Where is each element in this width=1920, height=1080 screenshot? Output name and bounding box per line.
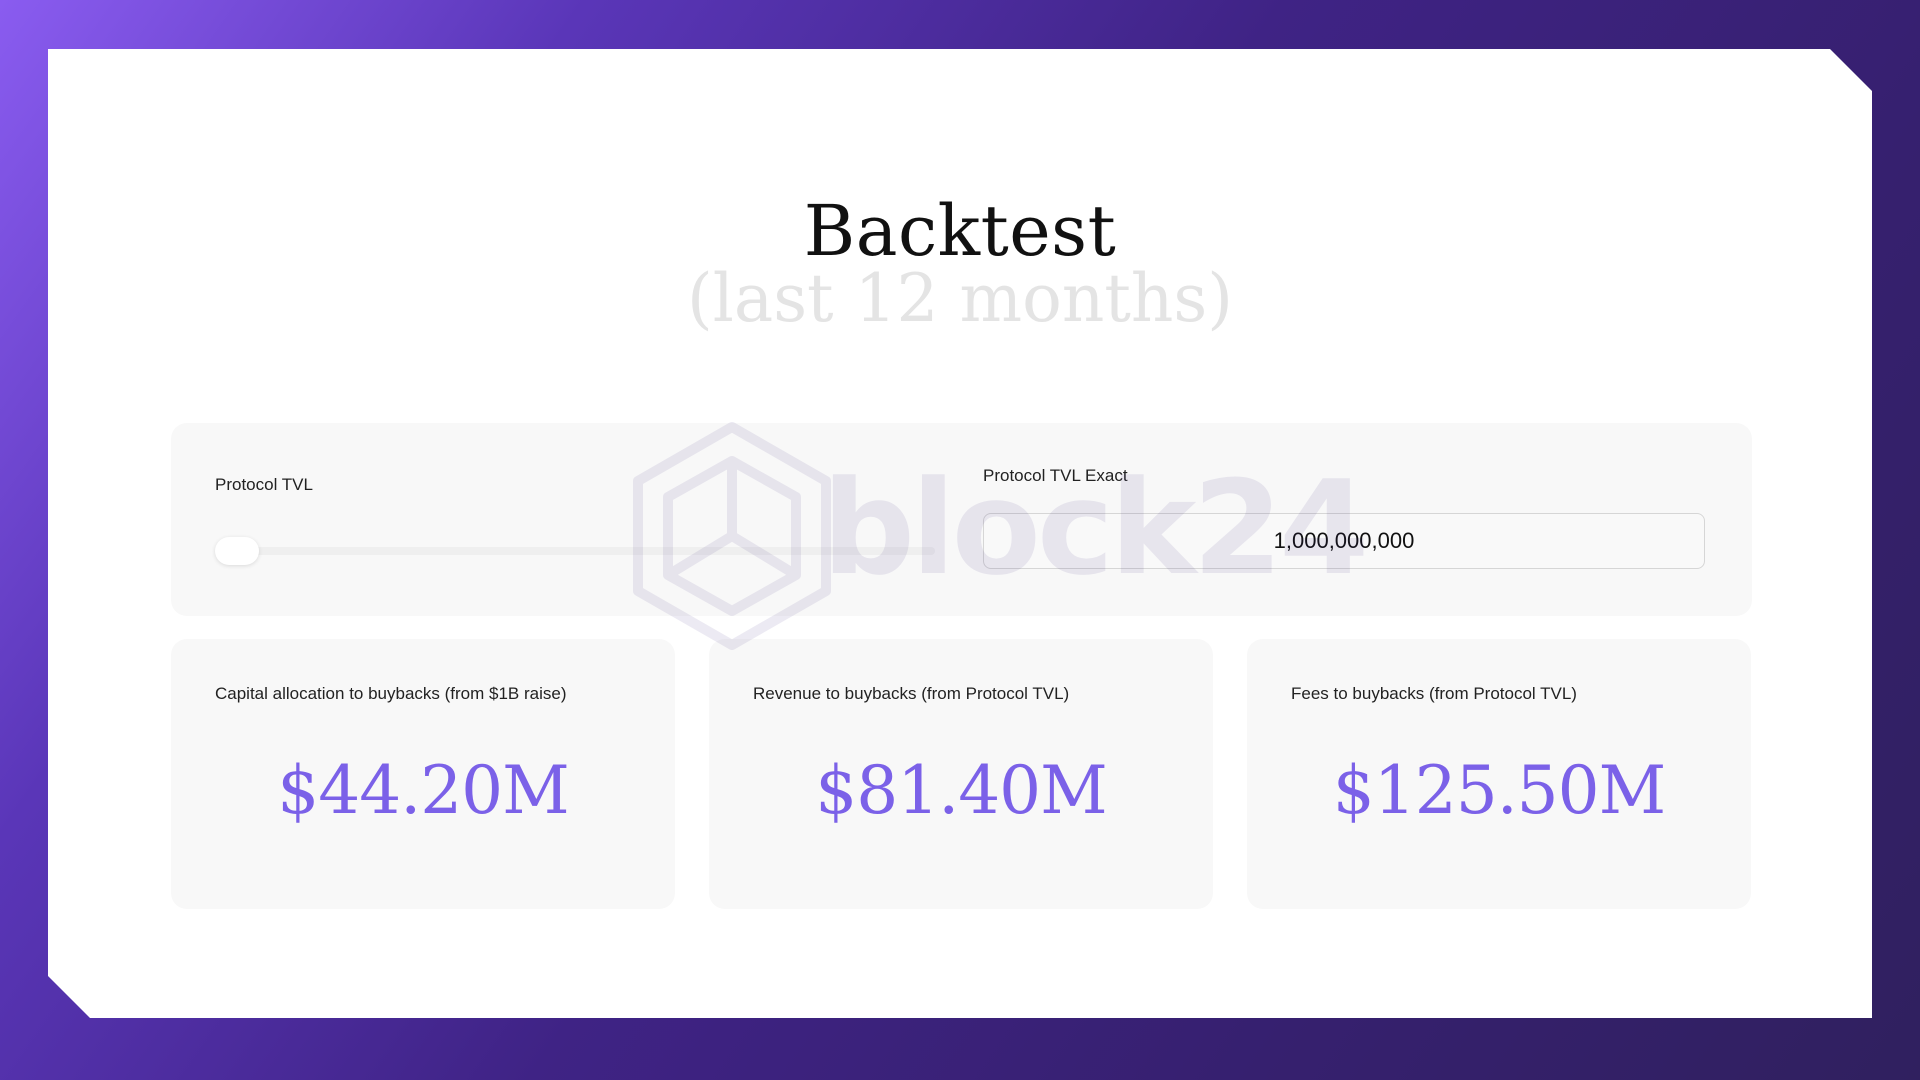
metric-label: Revenue to buybacks (from Protocol TVL) <box>753 684 1070 703</box>
metric-value: $125.50M <box>1332 752 1667 829</box>
metric-value: $44.20M <box>277 752 570 829</box>
protocol-tvl-slider-thumb[interactable] <box>215 537 259 565</box>
protocol-tvl-exact-label: Protocol TVL Exact <box>983 466 1128 485</box>
metric-value: $81.40M <box>815 752 1108 829</box>
metric-card-revenue: Revenue to buybacks (from Protocol TVL) … <box>709 639 1213 909</box>
protocol-tvl-label: Protocol TVL <box>215 475 313 494</box>
backtest-card: Backtest (last 12 months) Protocol TVL P… <box>48 49 1872 1018</box>
metric-label: Fees to buybacks (from Protocol TVL) <box>1291 684 1577 703</box>
protocol-tvl-slider-track[interactable] <box>215 547 935 555</box>
protocol-tvl-exact-input[interactable] <box>983 513 1705 569</box>
page-subtitle: (last 12 months) <box>686 260 1233 337</box>
metric-card-fees: Fees to buybacks (from Protocol TVL) $12… <box>1247 639 1751 909</box>
metric-label: Capital allocation to buybacks (from $1B… <box>215 684 567 703</box>
tvl-control-panel: Protocol TVL Protocol TVL Exact <box>171 423 1752 616</box>
metric-card-capital-allocation: Capital allocation to buybacks (from $1B… <box>171 639 675 909</box>
